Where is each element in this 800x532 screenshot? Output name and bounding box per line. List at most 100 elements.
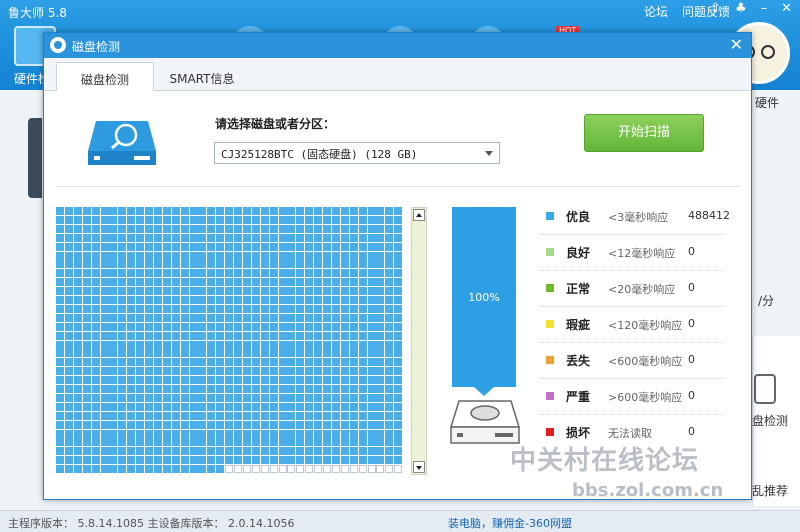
sector-cell [136, 304, 145, 313]
sector-cell [153, 376, 162, 385]
sector-cell [349, 287, 358, 296]
dialog-titlebar[interactable]: 磁盘检测 ✕ [44, 33, 751, 58]
sector-cell [394, 287, 403, 296]
sector-cell [349, 411, 358, 420]
sector-cell [234, 447, 242, 456]
sector-cell [242, 393, 251, 402]
forum-link[interactable]: 论坛 [644, 3, 668, 20]
sector-cell [225, 376, 234, 385]
sector-cell [314, 260, 323, 269]
legend-name: 丢失 [566, 354, 591, 368]
sector-cell [207, 251, 216, 260]
sector-cell [189, 349, 198, 358]
sector-cell [340, 349, 349, 358]
sector-cell [385, 429, 394, 438]
sector-cell [189, 296, 198, 304]
sector-cell [367, 465, 376, 474]
sector-cell [269, 456, 278, 465]
sector-cell [394, 349, 403, 358]
progress-percent: 100% [468, 291, 500, 304]
sector-cell [349, 251, 358, 260]
disk-select-dropdown[interactable]: CJ325128BTC (固态硬盘) (128 GB) [214, 142, 500, 164]
sector-cell [305, 438, 314, 447]
tab-smart-info[interactable]: SMART信息 [162, 62, 242, 91]
sector-cell [127, 438, 136, 447]
sector-cell [251, 438, 260, 447]
right-label-disk-check[interactable]: 盘检测 [752, 412, 788, 429]
sector-cell [207, 420, 216, 429]
sector-cell [323, 402, 331, 411]
sector-cell [269, 411, 278, 420]
scroll-up-icon[interactable] [413, 209, 425, 221]
sector-cell [162, 233, 171, 242]
sector-cell [242, 304, 251, 313]
sector-cell [64, 393, 73, 402]
side-device-icon [28, 118, 42, 198]
sector-cell [109, 260, 118, 269]
sector-cell [323, 278, 331, 287]
sector-cell [367, 456, 376, 465]
sector-map-scrollbar[interactable] [411, 207, 427, 475]
sector-cell [91, 367, 100, 376]
sector-cell [376, 251, 385, 260]
sector-cell [278, 260, 287, 269]
sector-cell [207, 429, 216, 438]
start-scan-button[interactable]: 开始扫描 [584, 114, 704, 152]
sector-cell [56, 385, 64, 393]
shirt-icon[interactable]: ♣ [735, 1, 747, 16]
minimize-icon[interactable]: – [761, 1, 768, 16]
sector-cell [118, 207, 127, 215]
sector-cell [385, 287, 394, 296]
sector-cell [385, 269, 394, 278]
legend-desc: <3毫秒响应 [608, 211, 669, 224]
sector-cell [323, 322, 331, 331]
promo-link[interactable]: 装电脑，赚佣金-360网盟 [448, 515, 572, 531]
sector-cell [269, 313, 278, 322]
sector-cell [73, 465, 82, 474]
sector-cell [207, 367, 216, 376]
sector-cell [296, 385, 305, 393]
sector-cell [82, 393, 91, 402]
sector-cell [216, 429, 225, 438]
sector-cell [225, 340, 234, 349]
sector-cell [349, 260, 358, 269]
sector-cell [287, 376, 296, 385]
close-icon[interactable]: ✕ [781, 1, 792, 16]
scroll-down-icon[interactable] [413, 461, 425, 473]
sector-cell [216, 358, 225, 367]
sector-cell [225, 313, 234, 322]
sector-cell [234, 402, 242, 411]
sector-cell [136, 251, 145, 260]
sector-cell [314, 296, 323, 304]
sector-cell [91, 296, 100, 304]
sector-cell [136, 207, 145, 215]
sector-cell [171, 287, 180, 296]
dialog-close-icon[interactable]: ✕ [730, 35, 743, 54]
sector-cell [242, 278, 251, 287]
sector-cell [198, 278, 207, 287]
upload-icon[interactable]: ⇧ [710, 1, 721, 16]
sector-cell [82, 313, 91, 322]
sector-cell [82, 260, 91, 269]
sector-cell [56, 304, 64, 313]
sector-cell [171, 438, 180, 447]
disk-check-icon[interactable] [754, 374, 776, 404]
sector-cell [56, 358, 64, 367]
sector-cell [296, 358, 305, 367]
tab-disk-check[interactable]: 磁盘检测 [56, 62, 154, 91]
sector-cell [207, 447, 216, 456]
sector-cell [358, 278, 367, 287]
sector-cell [251, 215, 260, 224]
chevron-down-icon[interactable] [485, 151, 493, 156]
legend-row: 良好 <12毫秒响应 0 [540, 235, 724, 271]
sector-cell [189, 402, 198, 411]
sector-cell [171, 447, 180, 456]
disk-check-dialog: 磁盘检测 ✕ 磁盘检测 SMART信息 请选择磁盘或者分区： CJ325128B… [43, 32, 752, 500]
sector-cell [73, 260, 82, 269]
sector-cell [296, 456, 305, 465]
right-label-recommend[interactable]: 乱推荐 [752, 482, 788, 499]
sector-cell [91, 349, 100, 358]
sector-cell [73, 304, 82, 313]
sector-cell [91, 313, 100, 322]
sector-cell [278, 429, 287, 438]
